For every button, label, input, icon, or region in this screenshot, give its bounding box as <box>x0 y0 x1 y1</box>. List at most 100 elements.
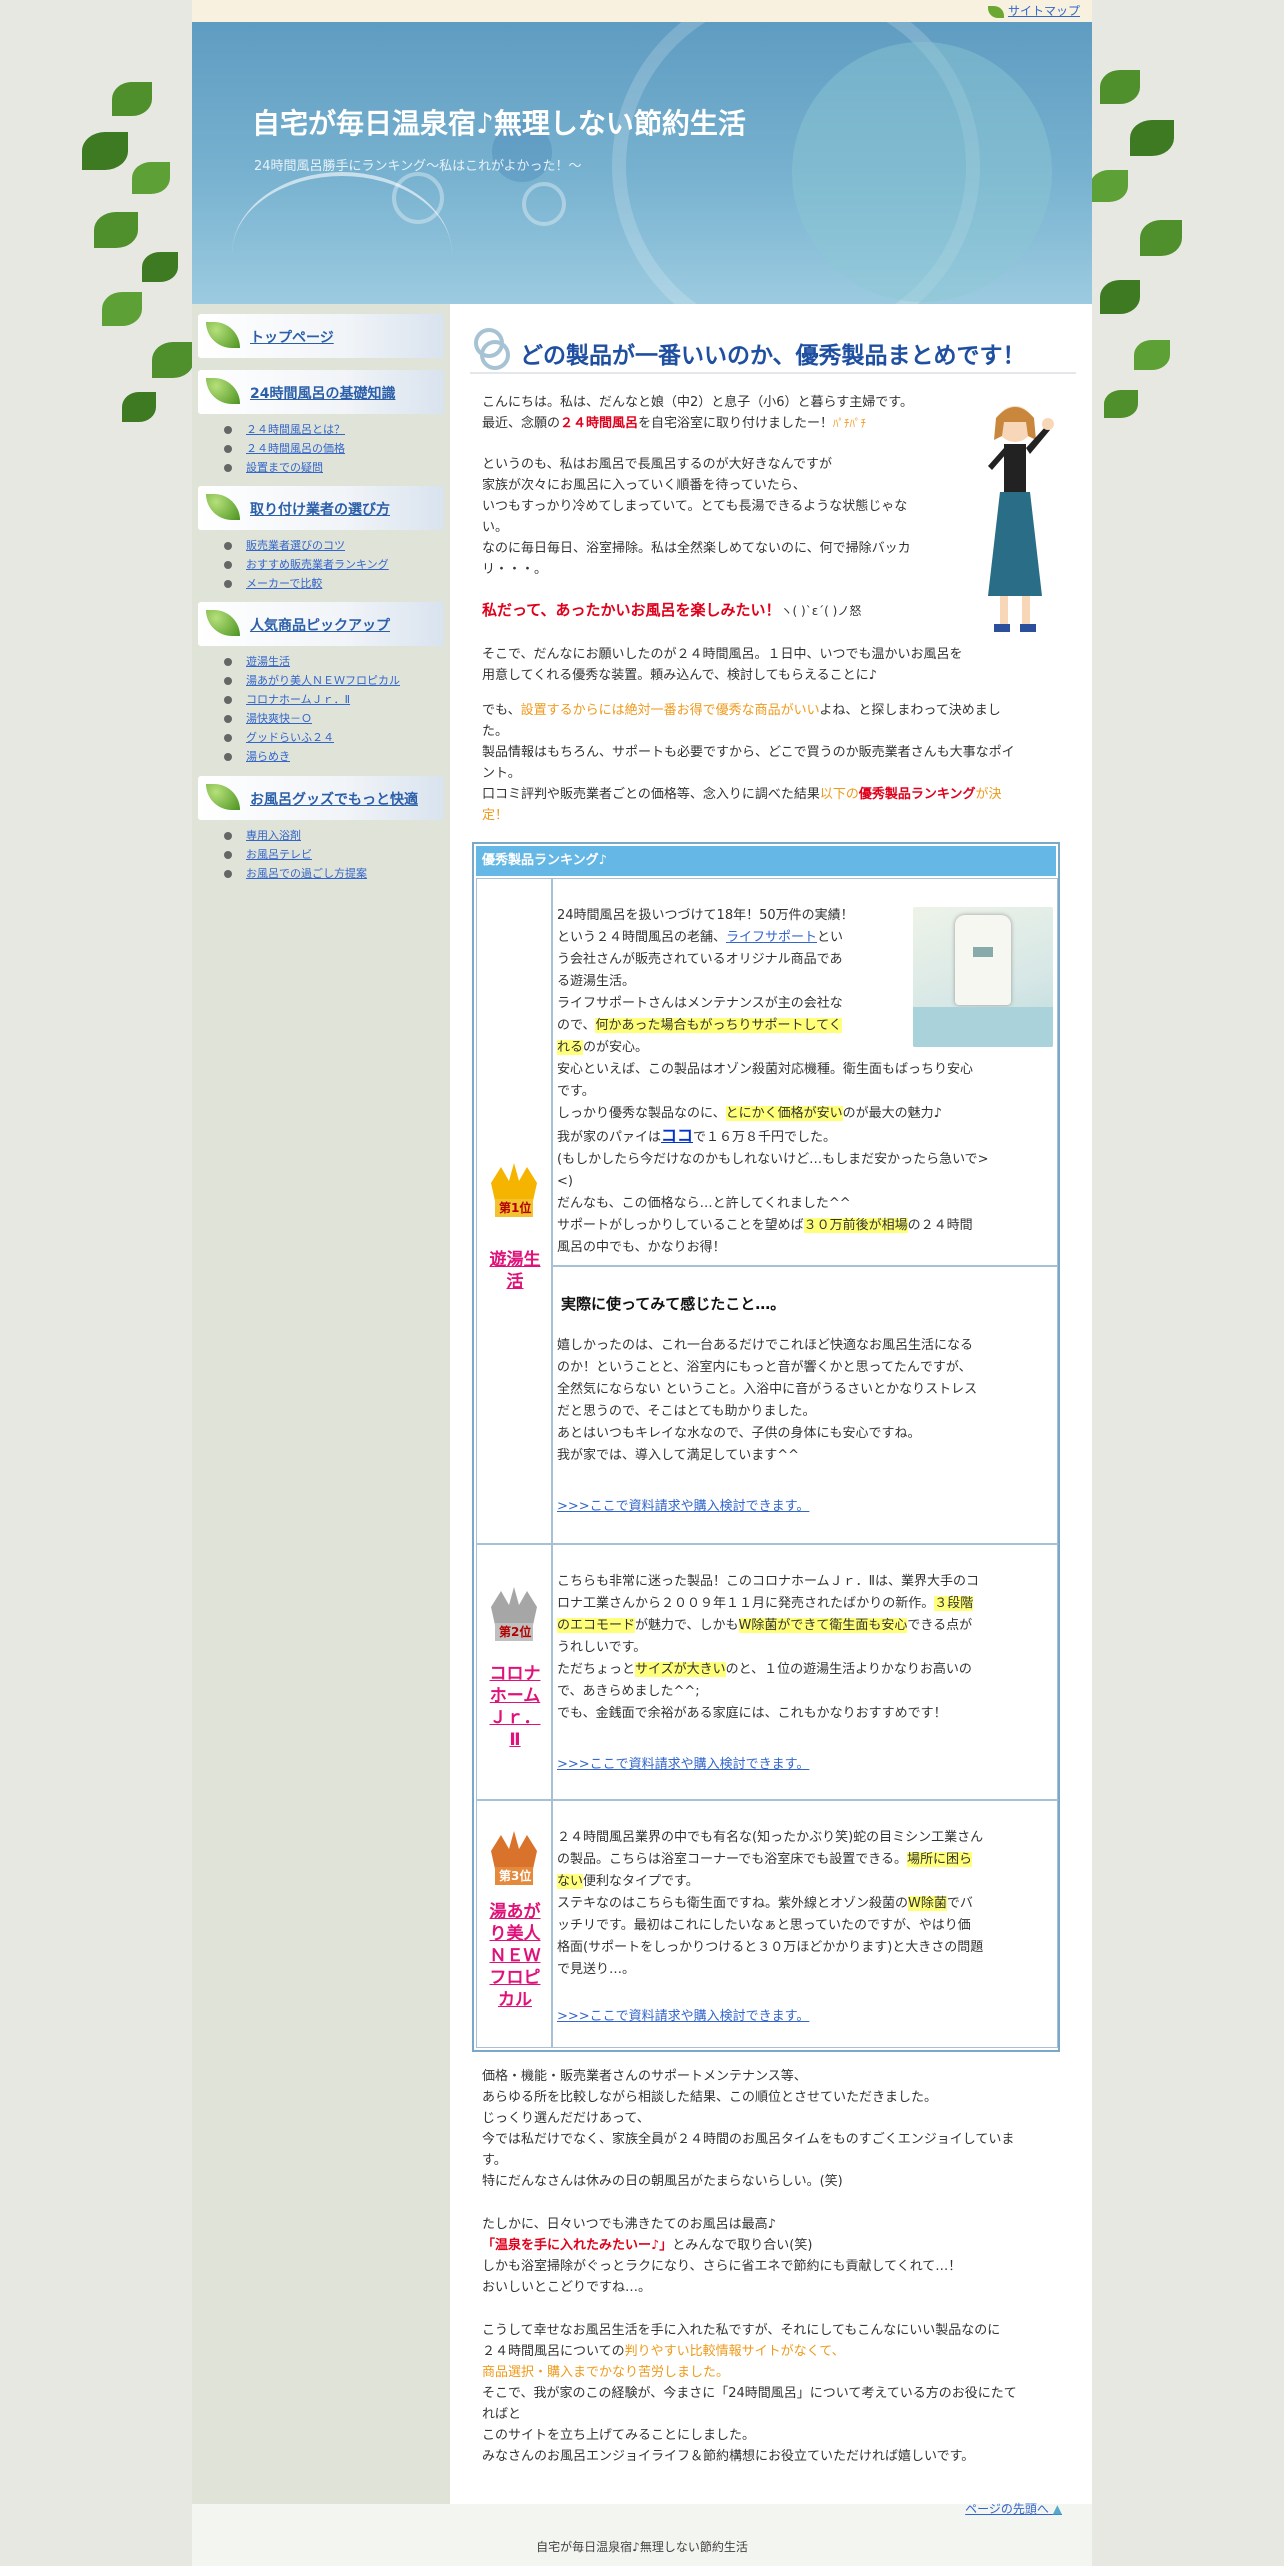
intro-paragraph-4: そこで、だんなにお願いしたのが２４時間風呂。１日中、いつでも温かいお風呂を 用意… <box>482 644 1042 686</box>
rank-1-text: 24時間風呂を扱いつづけて18年！50万件の実績！ という２４時間風呂の老舗、ラ… <box>557 908 854 1055</box>
sidebar-item[interactable]: 設置までの疑問 <box>222 458 345 477</box>
intro-text: 用意してくれる優秀な装置。頼み込んで、検討してもらえることに♪ <box>482 668 877 683</box>
emphasis-text: 私だって、あったかいお風呂を楽しみたい！ <box>482 601 781 619</box>
sidebar-item[interactable]: 湯らめき <box>222 747 400 766</box>
rank-2-request-link[interactable]: >>>ここで資料請求や購入検討できます。 <box>557 1753 809 1772</box>
sidebar-head-products[interactable]: 人気商品ピックアップ <box>198 602 444 646</box>
sidebar-list-products: 遊湯生活 湯あがり美人ＮＥＷフロピカル コロナホームＪｒ．Ⅱ 湯快爽快－Ｏ グッ… <box>222 652 400 766</box>
ranking-table-header: 優秀製品ランキング♪ <box>476 846 1056 876</box>
rank-badge: 第1位 <box>499 1201 532 1215</box>
outro-paragraph-1: 価格・機能・販売業者さんのサポートメンテナンス等、 あらゆる所を比較しながら相談… <box>482 2069 1015 2189</box>
sidebar-link-dealers[interactable]: 取り付け業者の選び方 <box>250 499 390 519</box>
leaf-icon <box>206 494 240 520</box>
intro-text: でも、設置するからには絶対一番お得で優秀な商品がいいよね、と探しまわって決めまし <box>482 703 1001 718</box>
top-bar: サイトマップ <box>192 0 1092 22</box>
sidebar-head-top[interactable]: トップページ <box>198 314 444 358</box>
sidebar-list-dealers: 販売業者選びのコツ おすすめ販売業者ランキング メーカーで比較 <box>222 536 389 593</box>
outro-paragraph-3: こうして幸せなお風呂生活を手に入れた私ですが、それにしてもこんなにいい製品なのに… <box>482 2323 1017 2464</box>
rank-1-review-cell: 実際に使ってみて感じたこと…。 嬉しかったのは、これ一台あるだけでこれほど快適な… <box>552 1266 1058 1544</box>
sidebar-link-goods[interactable]: お風呂グッズでもっと快適 <box>250 789 418 809</box>
intro-text: リ・・・。 <box>482 562 548 577</box>
footer-site-name: 自宅が毎日温泉宿♪無理しない節約生活 <box>536 2540 748 2554</box>
leaf-icon <box>206 610 240 636</box>
intro-paragraph-3: 私だって、あったかいお風呂を楽しみたい！ヽ( )`ε´( )ノ怒 <box>482 600 1042 622</box>
page-title: どの製品が一番いいのか、優秀製品まとめです！ <box>520 343 1026 369</box>
back-to-top-link[interactable]: ページの先頭へ ▲ <box>965 2500 1062 2517</box>
lifesupport-link[interactable]: ライフサポート <box>726 930 817 945</box>
rank-3-label-cell: 第3位 湯あが り美人 ＮＥＷ フロピ カル <box>476 1800 552 2048</box>
sidebar-item[interactable]: メーカーで比較 <box>222 574 389 593</box>
rank-1-product-name[interactable]: 遊湯生活 <box>483 1249 547 1293</box>
rank-3-product-name[interactable]: 湯あが り美人 ＮＥＷ フロピ カル <box>483 1901 547 2011</box>
sidebar-item[interactable]: 販売業者選びのコツ <box>222 536 389 555</box>
leaf-icon <box>206 322 240 348</box>
sidebar-item[interactable]: ２４時間風呂の価格 <box>222 439 345 458</box>
product-photo-yuyu <box>913 907 1053 1047</box>
rank-1-description-cell: 24時間風呂を扱いつづけて18年！50万件の実績！ という２４時間風呂の老舗、ラ… <box>552 878 1058 1266</box>
sidebar-link-basics[interactable]: 24時間風呂の基礎知識 <box>250 383 395 403</box>
sidebar-item[interactable]: 湯あがり美人ＮＥＷフロピカル <box>222 671 400 690</box>
rank-2-text: こちらも非常に迷った製品！このコロナホームＪｒ．Ⅱは、業界大手のコ ロナ工業さん… <box>557 1574 980 1721</box>
rank-2-label-cell: 第2位 コロナ ホーム Ｊｒ． Ⅱ <box>476 1544 552 1800</box>
rank-2-product-name[interactable]: コロナ ホーム Ｊｒ． Ⅱ <box>483 1663 547 1751</box>
ranking-table: 優秀製品ランキング♪ 第1位 遊湯生活 24時間風呂を扱いつづけて18年！50万… <box>472 842 1060 2052</box>
site-header: 自宅が毎日温泉宿♪無理しない節約生活 24時間風呂勝手にランキング～私はこれがよ… <box>192 22 1092 304</box>
sidebar-item[interactable]: グッドらいふ２４ <box>222 728 400 747</box>
sidebar-head-basics[interactable]: 24時間風呂の基礎知識 <box>198 370 444 414</box>
sidebar-item[interactable]: 遊湯生活 <box>222 652 400 671</box>
rank-badge: 第2位 <box>499 1625 532 1639</box>
review-text: 嬉しかったのは、これ一台あるだけでこれほど快適なお風呂生活になる のか！というこ… <box>557 1338 978 1463</box>
emoticon-text: ヽ( )`ε´( )ノ怒 <box>780 604 862 618</box>
intro-text: い。 <box>482 520 509 535</box>
rank-1-label-cell: 第1位 遊湯生活 <box>476 878 552 1544</box>
intro-text: 口コミ評判や販売業者ごとの価格等、念入りに調べた結果以下の優秀製品ランキングが決 <box>482 787 1002 802</box>
sitemap-label: サイトマップ <box>1007 4 1080 18</box>
intro-text: というのも、私はお風呂で長風呂するのが大好きなんですが <box>482 457 832 472</box>
page-title-bar: どの製品が一番いいのか、優秀製品まとめです！ <box>470 314 1076 374</box>
sidebar-item[interactable]: 湯快爽快－Ｏ <box>222 709 400 728</box>
intro-text: 定！ <box>482 808 509 823</box>
sidebar-list-basics: ２４時間風呂とは？ ２４時間風呂の価格 設置までの疑問 <box>222 420 345 477</box>
rank-3-request-link[interactable]: >>>ここで資料請求や購入検討できます。 <box>557 2005 809 2024</box>
sidebar-link-top[interactable]: トップページ <box>250 327 334 347</box>
intro-text: 家族が次々にお風呂に入っていく順番を待っていたら、 <box>482 478 806 493</box>
sidebar-list-goods: 専用入浴剤 お風呂テレビ お風呂での過ごし方提案 <box>222 826 367 883</box>
intro-paragraph-1: こんにちは。私は、だんなと娘（中2）と息子（小6）と暮らす主婦です。 最近、念願… <box>482 392 1042 434</box>
sidebar-item[interactable]: 専用入浴剤 <box>222 826 367 845</box>
intro-text: た。 <box>482 724 509 739</box>
sidebar-item[interactable]: お風呂での過ごし方提案 <box>222 864 367 883</box>
sidebar-head-goods[interactable]: お風呂グッズでもっと快適 <box>198 776 444 820</box>
intro-text: いつもすっかり冷めてしまっていて。とても長湯できるような状態じゃな <box>482 499 908 514</box>
koko-link[interactable]: ココ <box>661 1126 693 1145</box>
intro-text: こんにちは。私は、だんなと娘（中2）と息子（小6）と暮らす主婦です。 <box>482 395 913 410</box>
rank-2-description-cell: こちらも非常に迷った製品！このコロナホームＪｒ．Ⅱは、業界大手のコ ロナ工業さん… <box>552 1544 1058 1800</box>
rank-1-text-cont: 安心といえば、この製品はオゾン殺菌対応機種。衛生面もばっちり安心 です。 しっか… <box>557 1062 989 1255</box>
sitemap-link[interactable]: サイトマップ <box>987 2 1080 19</box>
rings-icon <box>474 328 512 370</box>
intro-text: ント。 <box>482 766 521 781</box>
rank-3-text: ２４時間風呂業界の中でも有名な(知ったかぶり笑)蛇の目ミシン工業さん の製品。こ… <box>557 1830 984 1977</box>
sidebar-item[interactable]: お風呂テレビ <box>222 845 367 864</box>
intro-paragraph-2: というのも、私はお風呂で長風呂するのが大好きなんですが 家族が次々にお風呂に入っ… <box>482 454 952 580</box>
intro-paragraph-5: でも、設置するからには絶対一番お得で優秀な商品がいいよね、と探しまわって決めまし… <box>482 700 1052 826</box>
site-subtitle: 24時間風呂勝手にランキング～私はこれがよかった！～ <box>254 159 582 174</box>
leaf-icon <box>206 784 240 810</box>
page-container: サイトマップ 自宅が毎日温泉宿♪無理しない節約生活 24時間風呂勝手にランキング… <box>192 0 1092 2566</box>
sidebar-link-products[interactable]: 人気商品ピックアップ <box>250 615 390 635</box>
sidebar-item[interactable]: コロナホームＪｒ．Ⅱ <box>222 690 400 709</box>
site-title[interactable]: 自宅が毎日温泉宿♪無理しない節約生活 <box>252 102 746 142</box>
intro-text: なのに毎日毎日、浴室掃除。私は全然楽しめてないのに、何で掃除バッカ <box>482 541 911 556</box>
bubble-decoration <box>792 42 1052 302</box>
rank-badge: 第3位 <box>499 1869 532 1883</box>
leaf-icon <box>206 378 240 404</box>
bubble-decoration <box>522 182 566 226</box>
sidebar-head-dealers[interactable]: 取り付け業者の選び方 <box>198 486 444 530</box>
sidebar-item[interactable]: ２４時間風呂とは？ <box>222 420 345 439</box>
sidebar-item[interactable]: おすすめ販売業者ランキング <box>222 555 389 574</box>
ivy-decoration-right <box>1080 60 1200 420</box>
arrow-up-icon: ▲ <box>1052 2502 1062 2516</box>
footer-bar <box>192 2504 1092 2566</box>
intro-text: 最近、念願の２４時間風呂を自宅浴室に取り付けましたー！ﾊﾟﾁﾊﾟﾁ <box>482 416 867 431</box>
rank-1-request-link[interactable]: >>>ここで資料請求や購入検討できます。 <box>557 1495 809 1514</box>
outro-paragraph-2: たしかに、日々いつでも沸きたてのお風呂は最高♪ 「温泉を手に入れたみたいー♪」と… <box>482 2217 962 2295</box>
